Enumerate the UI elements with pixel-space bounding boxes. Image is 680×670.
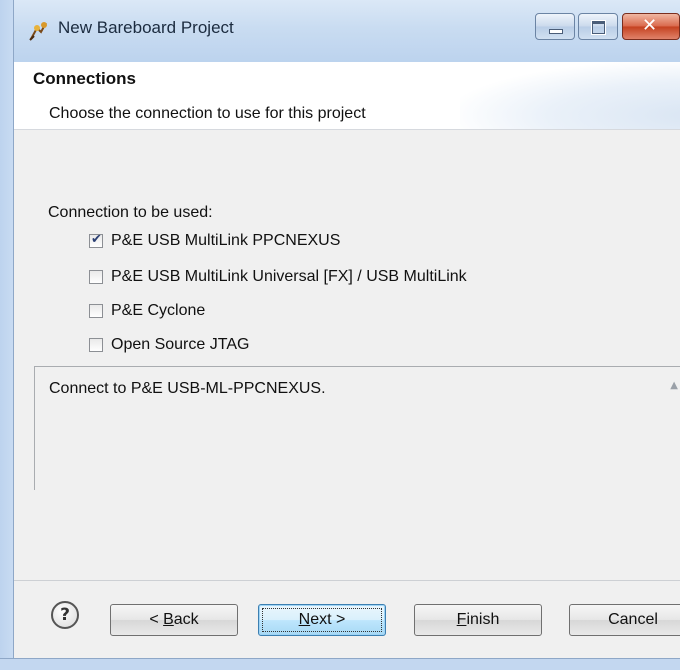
back-prefix: < [149, 611, 164, 628]
option-label: P&E Cyclone [111, 302, 206, 319]
checkbox-ppcnexus[interactable]: ✔ [89, 232, 103, 248]
page-title: Connections [33, 69, 136, 88]
option-label: Open Source JTAG [111, 336, 250, 353]
dialog-window: New Bareboard Project ✕ Connections Choo… [0, 0, 680, 670]
connection-option-universal-fx[interactable]: P&E USB MultiLink Universal [FX] / USB M… [89, 266, 467, 288]
focus-ring [262, 608, 382, 632]
connection-description: Connect to P&E USB-ML-PPCNEXUS. [49, 380, 326, 397]
window-frame-left [0, 0, 14, 670]
cancel-button[interactable]: Cancel [569, 604, 680, 636]
wizard-footer: ? < Back Next > Finish Cancel [14, 580, 680, 659]
maximize-button[interactable] [578, 13, 618, 40]
connection-option-open-source-jtag[interactable]: Open Source JTAG [89, 334, 249, 356]
wizard-header: Connections Choose the connection to use… [14, 62, 680, 130]
minimize-button[interactable] [535, 13, 575, 40]
connection-description-box[interactable]: Connect to P&E USB-ML-PPCNEXUS. ▲ [34, 366, 680, 490]
window-title: New Bareboard Project [58, 18, 234, 37]
option-label: P&E USB MultiLink Universal [FX] / USB M… [111, 268, 467, 285]
option-label: P&E USB MultiLink PPCNEXUS [111, 232, 341, 249]
connection-option-ppcnexus[interactable]: ✔ P&E USB MultiLink PPCNEXUS [89, 230, 340, 252]
checkbox-universal-fx[interactable] [89, 270, 103, 284]
finish-mnemonic: F [456, 611, 467, 628]
checkmark-icon: ✔ [91, 232, 102, 247]
close-icon: ✕ [642, 15, 658, 36]
finish-button[interactable]: Finish [414, 604, 542, 636]
connection-option-cyclone[interactable]: P&E Cyclone [89, 300, 205, 322]
back-mnemonic: B [163, 611, 174, 628]
checkbox-cyclone[interactable] [89, 304, 103, 318]
next-button[interactable]: Next > [258, 604, 386, 636]
maximize-icon [591, 20, 606, 35]
help-icon[interactable]: ? [51, 601, 79, 629]
scroll-up-arrow-icon[interactable]: ▲ [670, 380, 678, 391]
app-logo-icon [29, 22, 47, 41]
page-description: Choose the connection to use for this pr… [49, 105, 366, 122]
back-rest: ack [173, 611, 199, 628]
finish-rest: inish [466, 611, 500, 628]
title-bar[interactable]: New Bareboard Project ✕ [0, 0, 680, 62]
close-button[interactable]: ✕ [622, 13, 680, 40]
header-banner [460, 62, 680, 129]
wizard-body: Connection to be used: ✔ P&E USB MultiLi… [14, 130, 680, 580]
minimize-icon [549, 29, 563, 34]
connection-label: Connection to be used: [48, 204, 213, 221]
window-frame-bottom [0, 658, 680, 670]
back-button[interactable]: < Back [110, 604, 238, 636]
checkbox-open-source-jtag[interactable] [89, 338, 103, 352]
